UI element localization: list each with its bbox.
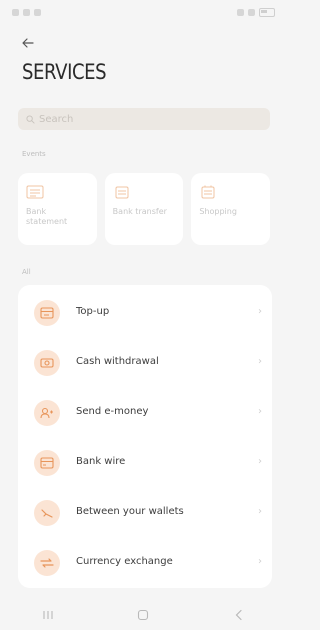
send-money-icon — [34, 400, 60, 426]
cash-withdrawal-icon — [34, 350, 60, 376]
bank-transfer-icon — [115, 186, 129, 199]
list-item-send-e-money[interactable]: Send e-money › — [18, 388, 272, 438]
section-label-events: Events — [22, 150, 46, 158]
system-back-button[interactable] — [219, 605, 259, 625]
chevron-right-icon: › — [258, 406, 262, 417]
list-item-label: Currency exchange — [76, 556, 173, 567]
status-bar — [0, 0, 287, 24]
back-arrow-icon[interactable] — [22, 36, 38, 52]
signal-icon — [237, 8, 244, 16]
list-item-cash-withdrawal[interactable]: Cash withdrawal › — [18, 338, 272, 388]
page-title: SERVICES — [22, 60, 107, 84]
quick-actions: Bank statement Bank transfer Shopping — [18, 173, 271, 245]
wifi-icon — [248, 8, 255, 16]
list-item-top-up[interactable]: Top-up › — [18, 288, 272, 338]
services-list: Top-up › Cash withdrawal › Send e-money — [18, 285, 272, 588]
recent-apps-icon — [43, 611, 53, 619]
recent-apps-button[interactable] — [28, 605, 68, 625]
chevron-left-icon — [235, 609, 242, 621]
chevron-right-icon: › — [258, 456, 262, 467]
chevron-right-icon: › — [258, 506, 262, 517]
battery-icon — [259, 7, 275, 17]
list-item-label: Bank wire — [76, 456, 126, 467]
chevron-right-icon: › — [258, 306, 262, 317]
search-placeholder: Search — [39, 113, 74, 125]
section-label-all: All — [22, 268, 31, 276]
top-up-icon — [34, 300, 60, 326]
currency-exchange-icon — [34, 550, 60, 576]
list-item-label: Top-up — [76, 306, 110, 317]
quick-card-shopping[interactable]: Shopping — [191, 173, 271, 245]
notification-icon — [23, 8, 30, 16]
search-icon — [26, 114, 35, 124]
list-item-label: Send e-money — [76, 406, 149, 417]
list-item-label: Between your wallets — [76, 506, 184, 517]
quick-card-bank-transfer[interactable]: Bank transfer — [104, 173, 184, 245]
list-item-bank-wire[interactable]: Bank wire › — [18, 438, 272, 488]
status-left — [12, 8, 41, 16]
quick-card-label: Shopping — [199, 207, 237, 216]
home-icon — [138, 609, 149, 621]
search-input[interactable]: Search — [18, 108, 270, 130]
chevron-right-icon: › — [258, 356, 262, 367]
shopping-icon — [201, 185, 215, 199]
list-item-currency-exchange[interactable]: Currency exchange › — [18, 538, 272, 588]
bank-statement-icon — [26, 185, 44, 199]
quick-card-bank-statement[interactable]: Bank statement — [18, 173, 97, 245]
chevron-right-icon: › — [258, 556, 262, 567]
system-nav-bar — [0, 600, 287, 630]
notification-icon — [34, 8, 41, 16]
quick-card-label: Bank statement — [26, 207, 68, 226]
quick-card-label: Bank transfer — [112, 207, 167, 216]
list-item-label: Cash withdrawal — [76, 356, 159, 367]
home-button[interactable] — [123, 605, 163, 625]
bank-wire-icon — [34, 450, 60, 476]
list-item-between-wallets[interactable]: Between your wallets › — [18, 488, 272, 538]
wallet-transfer-icon — [34, 500, 60, 526]
notification-icon — [12, 8, 19, 16]
services-screen: SERVICES Search Events Bank statement Ba… — [0, 0, 287, 630]
status-right — [237, 7, 275, 17]
